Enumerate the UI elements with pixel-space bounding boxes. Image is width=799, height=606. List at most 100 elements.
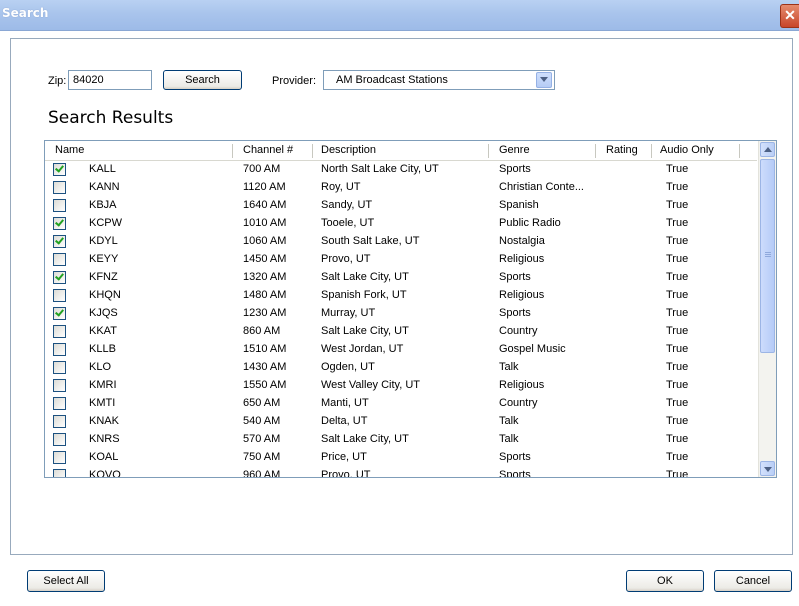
search-button[interactable]: Search — [163, 70, 242, 90]
scroll-down-icon — [764, 467, 772, 472]
cell-name: KHQN — [89, 289, 121, 301]
row-checkbox[interactable] — [53, 397, 66, 410]
table-row[interactable]: KKAT 860 AM Salt Lake City, UT Country True — [45, 323, 757, 341]
column-divider[interactable] — [232, 144, 233, 158]
row-checkbox[interactable] — [53, 217, 66, 230]
table-row[interactable]: KOVO 960 AM Provo, UT Sports True — [45, 467, 757, 478]
cell-name: KLLB — [89, 343, 116, 355]
column-header-rating[interactable]: Rating — [606, 141, 638, 160]
cell-genre: Sports — [499, 451, 531, 463]
column-divider[interactable] — [739, 144, 740, 158]
cell-channel: 960 AM — [243, 469, 281, 478]
table-row[interactable]: KLLB 1510 AM West Jordan, UT Gospel Music Tr… — [45, 341, 757, 359]
results-grid[interactable]: Name Channel # Description Genre Rating … — [44, 140, 777, 478]
cell-genre: Talk — [499, 415, 519, 427]
grid-header: Name Channel # Description Genre Rating … — [45, 141, 757, 161]
cell-name: KBJA — [89, 199, 117, 211]
row-checkbox[interactable] — [53, 343, 66, 356]
cell-channel: 540 AM — [243, 415, 281, 427]
cell-genre: Talk — [499, 361, 519, 373]
close-button[interactable]: ✕ — [780, 4, 799, 28]
grip-line — [765, 256, 771, 257]
zip-input[interactable] — [68, 70, 152, 90]
table-row[interactable]: KBJA 1640 AM Sandy, UT Spanish True — [45, 197, 757, 215]
row-checkbox[interactable] — [53, 469, 66, 477]
cell-description: Ogden, UT — [321, 361, 375, 373]
select-all-button[interactable]: Select All — [27, 570, 105, 592]
table-row[interactable]: KFNZ 1320 AM Salt Lake City, UT Sports True — [45, 269, 757, 287]
cell-genre: Sports — [499, 163, 531, 175]
cell-channel: 700 AM — [243, 163, 281, 175]
provider-select[interactable]: AM Broadcast Stations — [323, 70, 555, 90]
column-divider[interactable] — [595, 144, 596, 158]
cell-channel: 570 AM — [243, 433, 281, 445]
row-checkbox[interactable] — [53, 235, 66, 248]
cell-name: KOAL — [89, 451, 119, 463]
row-checkbox[interactable] — [53, 379, 66, 392]
column-header-channel[interactable]: Channel # — [243, 141, 293, 160]
row-checkbox[interactable] — [53, 433, 66, 446]
table-row[interactable]: KMRI 1550 AM West Valley City, UT Religious… — [45, 377, 757, 395]
table-row[interactable]: KOAL 750 AM Price, UT Sports True — [45, 449, 757, 467]
column-divider[interactable] — [651, 144, 652, 158]
table-row[interactable]: KCPW 1010 AM Tooele, UT Public Radio True — [45, 215, 757, 233]
row-checkbox[interactable] — [53, 325, 66, 338]
cell-name: KKAT — [89, 325, 117, 337]
row-checkbox[interactable] — [53, 181, 66, 194]
row-checkbox[interactable] — [53, 271, 66, 284]
cell-description: Salt Lake City, UT — [321, 433, 409, 445]
table-row[interactable]: KEYY 1450 AM Provo, UT Religious True — [45, 251, 757, 269]
column-header-audio-only[interactable]: Audio Only — [660, 141, 714, 160]
scrollbar-thumb[interactable] — [760, 159, 775, 353]
row-checkbox[interactable] — [53, 163, 66, 176]
table-row[interactable]: KDYL 1060 AM South Salt Lake, UT Nostalgia T… — [45, 233, 757, 251]
ok-button[interactable]: OK — [626, 570, 704, 592]
scroll-up-button[interactable] — [760, 142, 775, 157]
table-row[interactable]: KLO 1430 AM Ogden, UT Talk True — [45, 359, 757, 377]
table-row[interactable]: KALL 700 AM North Salt Lake City, UT Sports… — [45, 161, 757, 179]
cancel-button[interactable]: Cancel — [714, 570, 792, 592]
row-checkbox[interactable] — [53, 415, 66, 428]
row-checkbox[interactable] — [53, 253, 66, 266]
row-checkbox[interactable] — [53, 199, 66, 212]
row-checkbox[interactable] — [53, 307, 66, 320]
cell-audio-only: True — [666, 289, 689, 301]
cell-audio-only: True — [666, 361, 689, 373]
cell-channel: 1230 AM — [243, 307, 287, 319]
cell-genre: Religious — [499, 253, 545, 265]
cell-name: KNRS — [89, 433, 120, 445]
table-row[interactable]: KHQN 1480 AM Spanish Fork, UT Religious True — [45, 287, 757, 305]
cell-audio-only: True — [666, 325, 689, 337]
row-checkbox[interactable] — [53, 289, 66, 302]
vertical-scrollbar[interactable] — [758, 141, 776, 477]
cell-audio-only: True — [666, 397, 689, 409]
cell-audio-only: True — [666, 307, 689, 319]
column-header-name[interactable]: Name — [55, 141, 84, 160]
provider-dropdown-button[interactable] — [536, 72, 552, 88]
table-row[interactable]: KJQS 1230 AM Murray, UT Sports True — [45, 305, 757, 323]
table-row[interactable]: KMTI 650 AM Manti, UT Country True — [45, 395, 757, 413]
row-checkbox[interactable] — [53, 361, 66, 374]
table-row[interactable]: KNRS 570 AM Salt Lake City, UT Talk True — [45, 431, 757, 449]
cell-description: West Valley City, UT — [321, 379, 421, 391]
cell-channel: 1640 AM — [243, 199, 287, 211]
column-divider[interactable] — [312, 144, 313, 158]
table-row[interactable]: KNAK 540 AM Delta, UT Talk True — [45, 413, 757, 431]
cell-channel: 1510 AM — [243, 343, 287, 355]
cell-description: Provo, UT — [321, 253, 371, 265]
column-divider[interactable] — [488, 144, 489, 158]
cell-genre: Sports — [499, 271, 531, 283]
table-row[interactable]: KANN 1120 AM Roy, UT Christian Conte... True — [45, 179, 757, 197]
row-checkbox[interactable] — [53, 451, 66, 464]
cell-channel: 650 AM — [243, 397, 281, 409]
title-bar[interactable]: Search ✕ — [0, 0, 799, 31]
cell-name: KJQS — [89, 307, 118, 319]
search-results-heading: Search Results — [48, 108, 174, 128]
cell-name: KANN — [89, 181, 120, 193]
column-header-description[interactable]: Description — [321, 141, 376, 160]
cell-audio-only: True — [666, 181, 689, 193]
column-header-genre[interactable]: Genre — [499, 141, 530, 160]
scroll-down-button[interactable] — [760, 461, 775, 476]
cell-channel: 1430 AM — [243, 361, 287, 373]
cell-genre: Public Radio — [499, 217, 561, 229]
